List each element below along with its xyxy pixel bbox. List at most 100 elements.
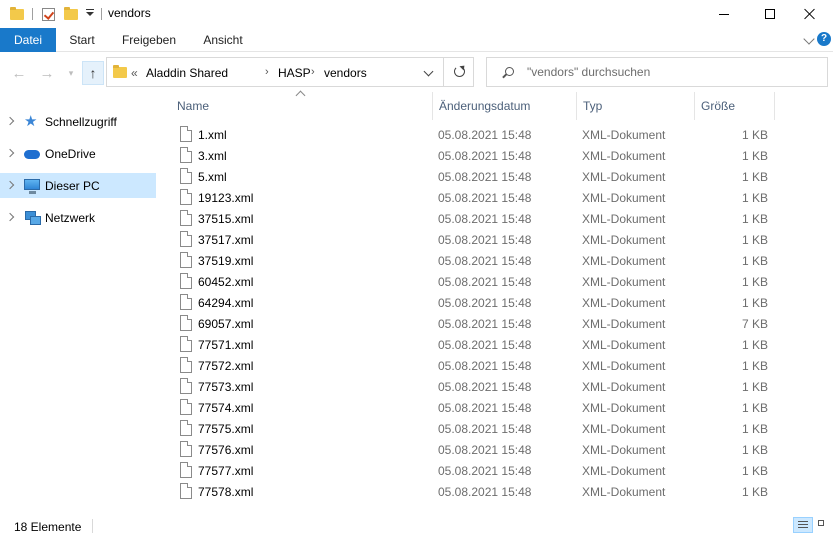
xml-file-icon — [180, 483, 192, 499]
tab-share[interactable]: Freigeben — [112, 28, 186, 52]
breadcrumb-vendors[interactable]: vendors — [324, 66, 367, 80]
search-box[interactable] — [486, 57, 828, 87]
file-type: XML-Dokument — [582, 401, 666, 415]
file-size: 1 KB — [741, 275, 768, 289]
file-type: XML-Dokument — [582, 149, 666, 163]
column-divider[interactable] — [774, 92, 775, 120]
tab-file[interactable]: Datei — [0, 28, 56, 52]
file-type: XML-Dokument — [582, 464, 666, 478]
column-header-date[interactable]: Änderungsdatum — [432, 92, 576, 120]
file-name: 3.xml — [198, 149, 227, 163]
table-row[interactable]: 1.xml 05.08.2021 15:48 XML-Dokument 1 KB — [170, 124, 790, 145]
address-dropdown-icon[interactable] — [423, 66, 434, 77]
xml-file-icon — [180, 168, 192, 184]
cloud-icon — [24, 150, 40, 159]
column-header-type[interactable]: Typ — [576, 92, 694, 120]
table-row[interactable]: 37515.xml 05.08.2021 15:48 XML-Dokument 1 K… — [170, 208, 790, 229]
expand-chevron-icon[interactable] — [5, 180, 15, 190]
sidebar-item-this-pc[interactable]: Dieser PC — [0, 173, 156, 198]
xml-file-icon — [180, 273, 192, 289]
tab-view[interactable]: Ansicht — [192, 28, 254, 52]
title-separator — [101, 5, 102, 23]
up-button[interactable]: ↑ — [82, 61, 104, 85]
refresh-icon[interactable] — [454, 66, 465, 77]
file-type: XML-Dokument — [582, 296, 666, 310]
column-header-size[interactable]: Größe — [694, 92, 774, 120]
file-type: XML-Dokument — [582, 233, 666, 247]
table-row[interactable]: 37519.xml 05.08.2021 15:48 XML-Dokument 1 K… — [170, 250, 790, 271]
breadcrumb-hasp[interactable]: HASP — [278, 66, 311, 80]
table-row[interactable]: 3.xml 05.08.2021 15:48 XML-Dokument 1 KB — [170, 145, 790, 166]
expand-chevron-icon[interactable] — [5, 148, 15, 158]
table-row[interactable]: 69057.xml 05.08.2021 15:48 XML-Dokument 7 K… — [170, 313, 790, 334]
table-row[interactable]: 77577.xml 05.08.2021 15:48 XML-Dokument 1 K… — [170, 460, 790, 481]
customize-toolbar-icon[interactable] — [86, 5, 94, 23]
xml-file-icon — [180, 294, 192, 310]
file-type: XML-Dokument — [582, 254, 666, 268]
ribbon-expand-chevron-icon[interactable] — [803, 33, 815, 45]
file-type: XML-Dokument — [582, 212, 666, 226]
file-name: 1.xml — [198, 128, 227, 142]
file-list: Name Änderungsdatum Typ Größe 1.xml 05.08… — [170, 90, 833, 512]
xml-file-icon — [180, 147, 192, 163]
file-date: 05.08.2021 15:48 — [438, 275, 532, 289]
details-view-button[interactable] — [793, 517, 813, 533]
expand-chevron-icon[interactable] — [5, 212, 15, 222]
sidebar-item-quick-access[interactable]: ★ Schnellzugriff — [0, 109, 156, 134]
table-row[interactable]: 77575.xml 05.08.2021 15:48 XML-Dokument 1 K… — [170, 418, 790, 439]
maximize-icon — [765, 9, 775, 19]
large-icons-view-button[interactable] — [815, 517, 833, 533]
forward-button[interactable]: → — [38, 64, 56, 82]
address-bar[interactable]: « Aladdin Shared › HASP › vendors — [106, 57, 474, 87]
chevron-down-icon: ▾ — [68, 67, 74, 78]
xml-file-icon — [180, 420, 192, 436]
breadcrumb-aladdin-shared[interactable]: Aladdin Shared — [146, 66, 228, 80]
expand-chevron-icon[interactable] — [5, 116, 15, 126]
new-folder-icon[interactable] — [64, 5, 78, 23]
minimize-button[interactable] — [701, 0, 747, 28]
arrow-left-icon: ← — [11, 64, 27, 82]
close-button[interactable] — [787, 0, 833, 28]
properties-icon[interactable] — [42, 5, 55, 23]
breadcrumb-overflow[interactable]: « — [131, 66, 138, 80]
file-date: 05.08.2021 15:48 — [438, 128, 532, 142]
file-type: XML-Dokument — [582, 338, 666, 352]
title-bar: vendors — [0, 0, 833, 28]
file-size: 1 KB — [741, 380, 768, 394]
table-row[interactable]: 37517.xml 05.08.2021 15:48 XML-Dokument 1 K… — [170, 229, 790, 250]
table-row[interactable]: 60452.xml 05.08.2021 15:48 XML-Dokument 1 K… — [170, 271, 790, 292]
sidebar-item-onedrive[interactable]: OneDrive — [0, 141, 156, 166]
table-row[interactable]: 77573.xml 05.08.2021 15:48 XML-Dokument 1 K… — [170, 376, 790, 397]
chevron-right-icon[interactable]: › — [311, 66, 315, 78]
table-row[interactable]: 77576.xml 05.08.2021 15:48 XML-Dokument 1 K… — [170, 439, 790, 460]
search-icon — [505, 67, 514, 76]
table-row[interactable]: 19123.xml 05.08.2021 15:48 XML-Dokument 1 K… — [170, 187, 790, 208]
table-row[interactable]: 64294.xml 05.08.2021 15:48 XML-Dokument 1 K… — [170, 292, 790, 313]
folder-icon — [113, 65, 127, 78]
table-row[interactable]: 77571.xml 05.08.2021 15:48 XML-Dokument 1 K… — [170, 334, 790, 355]
file-size: 1 KB — [741, 170, 768, 184]
table-row[interactable]: 5.xml 05.08.2021 15:48 XML-Dokument 1 KB — [170, 166, 790, 187]
sidebar-item-label: Netzwerk — [45, 211, 96, 225]
file-name: 37515.xml — [198, 212, 254, 226]
recent-locations-button[interactable]: ▾ — [62, 64, 80, 82]
search-input[interactable] — [527, 63, 817, 81]
xml-file-icon — [180, 399, 192, 415]
file-size: 1 KB — [741, 233, 768, 247]
file-size: 1 KB — [741, 464, 768, 478]
file-date: 05.08.2021 15:48 — [438, 212, 532, 226]
column-header-name[interactable]: Name — [170, 92, 432, 120]
sidebar-item-label: Dieser PC — [45, 179, 100, 193]
network-icon — [24, 211, 41, 225]
back-button[interactable]: ← — [10, 64, 28, 82]
help-icon[interactable]: ? — [817, 32, 831, 46]
tab-start[interactable]: Start — [56, 28, 108, 52]
table-row[interactable]: 77572.xml 05.08.2021 15:48 XML-Dokument 1 K… — [170, 355, 790, 376]
sidebar-item-network[interactable]: Netzwerk — [0, 205, 156, 230]
file-size: 1 KB — [741, 254, 768, 268]
chevron-right-icon[interactable]: › — [265, 66, 269, 78]
table-row[interactable]: 77574.xml 05.08.2021 15:48 XML-Dokument 1 K… — [170, 397, 790, 418]
table-row[interactable]: 77578.xml 05.08.2021 15:48 XML-Dokument 1 K… — [170, 481, 790, 502]
file-name: 77577.xml — [198, 464, 254, 478]
xml-file-icon — [180, 210, 192, 226]
